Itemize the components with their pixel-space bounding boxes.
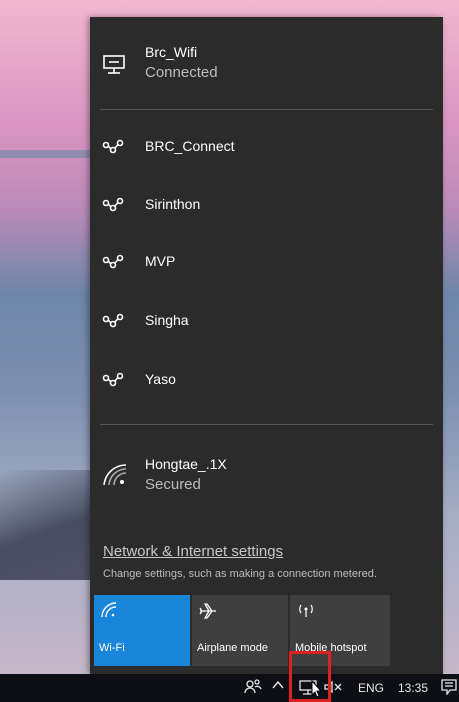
desktop-horizon [0, 150, 92, 158]
annotation-highlight-box [289, 651, 331, 702]
wifi-network-name: Hongtae_.1X [145, 456, 227, 472]
dialup-icon [102, 137, 124, 162]
network-item[interactable]: BRC_Connect [90, 135, 443, 159]
network-item[interactable]: Sirinthon [90, 193, 443, 217]
airplane-tile-label: Airplane mode [197, 642, 268, 654]
people-icon[interactable] [244, 678, 262, 699]
dialup-icon [102, 252, 124, 277]
network-name: MVP [145, 253, 176, 269]
network-settings-link[interactable]: Network & Internet settings [103, 543, 283, 560]
wifi-network-status: Secured [145, 476, 201, 493]
action-center-icon[interactable] [441, 679, 457, 698]
network-name: BRC_Connect [145, 138, 235, 154]
clock-time[interactable]: 13:35 [398, 681, 428, 695]
wifi-icon [100, 602, 118, 621]
wifi-network-item[interactable]: Hongtae_.1X Secured [90, 454, 443, 499]
network-settings-description: Change settings, such as making a connec… [103, 568, 377, 580]
connected-network-name: Brc_Wifi [145, 44, 198, 60]
airplane-icon [198, 602, 218, 623]
dialup-icon [102, 311, 124, 336]
divider [100, 424, 433, 425]
dialup-icon [102, 195, 124, 220]
network-name: Singha [145, 312, 189, 328]
dialup-icon [102, 370, 124, 395]
hotspot-icon [296, 602, 316, 621]
connected-network-status: Connected [145, 64, 218, 81]
ethernet-icon [102, 53, 126, 82]
taskbar: ENG 13:35 [0, 674, 459, 702]
connected-network[interactable]: Brc_Wifi Connected [90, 44, 443, 94]
wifi-signal-icon [102, 463, 128, 492]
network-item[interactable]: Yaso [90, 368, 443, 392]
network-name: Yaso [145, 371, 176, 387]
divider [100, 109, 433, 110]
network-flyout: Brc_Wifi Connected BRC_Connect Sirinthon… [90, 17, 443, 674]
network-item[interactable]: Singha [90, 309, 443, 333]
chevron-up-icon[interactable] [272, 678, 284, 695]
language-indicator[interactable]: ENG [358, 681, 384, 695]
wifi-tile-label: Wi-Fi [99, 642, 125, 654]
desktop-shore [0, 470, 92, 580]
network-item[interactable]: MVP [90, 250, 443, 274]
airplane-mode-tile[interactable]: Airplane mode [192, 595, 288, 666]
network-name: Sirinthon [145, 196, 201, 212]
wifi-toggle-tile[interactable]: Wi-Fi [94, 595, 190, 666]
